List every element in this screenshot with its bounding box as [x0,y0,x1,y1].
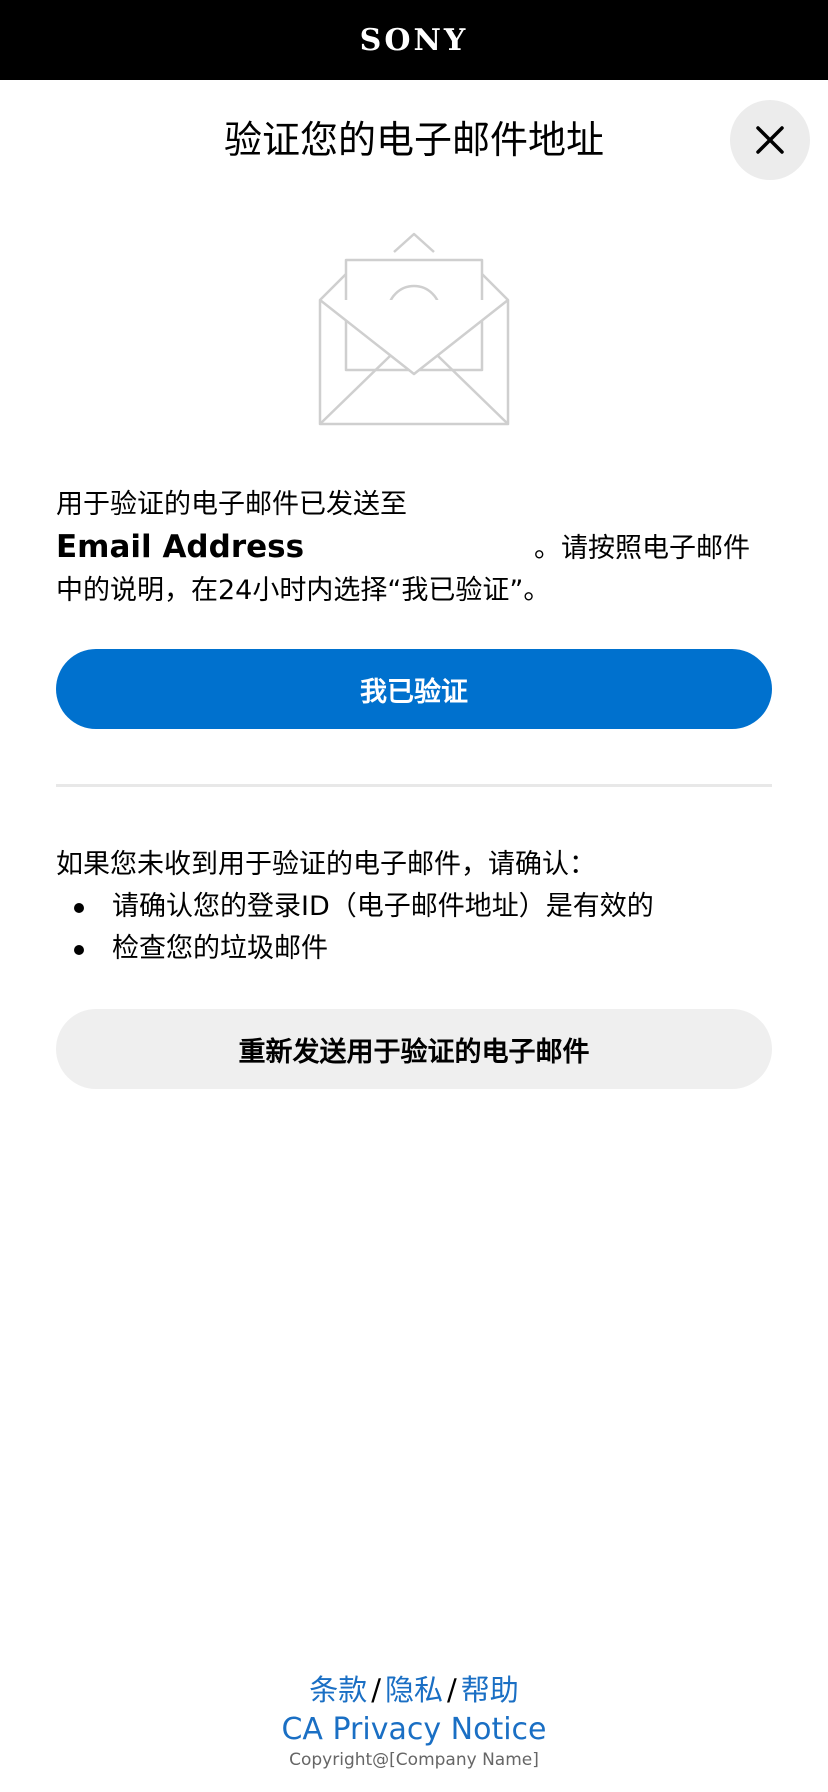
verified-button[interactable]: 我已验证 [56,649,772,729]
divider [56,784,772,787]
bullet-icon [74,945,84,955]
footer-separator: / [371,1673,381,1707]
help-item-check-login-id: 请确认您的登录ID（电子邮件地址）是有效的 [112,891,654,922]
help-list: 请确认您的登录ID（电子邮件地址）是有效的 检查您的垃圾邮件 [56,886,772,970]
page-title: 验证您的电子邮件地址 [223,118,604,162]
privacy-link[interactable]: 隐私 [385,1673,443,1707]
top-bar: SONY [0,0,828,80]
list-item: 检查您的垃圾邮件 [56,928,772,970]
footer-links: 条款 / 隐私 / 帮助 [0,1668,828,1712]
footer-privacy: CA Privacy Notice [0,1708,828,1752]
terms-link[interactable]: 条款 [309,1673,367,1707]
help-intro: 如果您未收到用于验证的电子邮件，请确认： [56,849,596,880]
email-address: Email Address [56,529,305,565]
sony-logo: SONY [359,22,469,58]
ca-privacy-notice-link[interactable]: CA Privacy Notice [281,1712,546,1747]
resend-email-button[interactable]: 重新发送用于验证的电子邮件 [56,1009,772,1089]
help-link[interactable]: 帮助 [461,1673,519,1707]
copyright: Copyright@[Company Name] [289,1750,539,1770]
close-button[interactable] [730,100,810,180]
envelope-check-icon [318,232,510,426]
bullet-icon [74,903,84,913]
message-line-1: 用于验证的电子邮件已发送至 [56,489,407,520]
help-item-check-spam: 检查您的垃圾邮件 [112,933,328,964]
footer-separator: / [447,1673,457,1707]
list-item: 请确认您的登录ID（电子邮件地址）是有效的 [56,886,772,928]
verification-message: 用于验证的电子邮件已发送至 Email Address 。请按照电子邮件中的说明，… [56,484,772,612]
close-icon [756,126,784,154]
